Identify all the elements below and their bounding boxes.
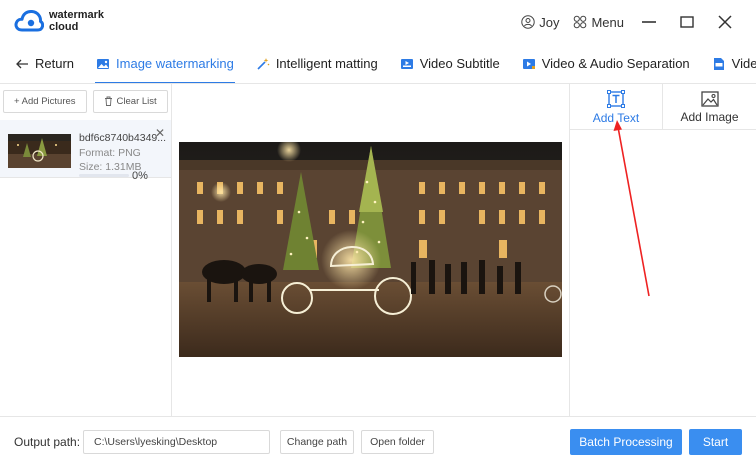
app-window: watermark cloud Joy Menu Return Image wa… xyxy=(0,0,756,466)
add-image-label: Add Image xyxy=(680,109,739,124)
tab-video-subtitle[interactable]: Video Subtitle xyxy=(389,44,511,83)
title-bar-controls: Joy Menu xyxy=(521,10,738,34)
close-window-button[interactable] xyxy=(712,10,738,34)
watermark-options-panel: Add Text Add Image xyxy=(569,84,756,416)
file-name: bdf6c8740b4349... xyxy=(79,132,166,144)
video-audio-icon xyxy=(522,58,535,69)
arrow-left-icon xyxy=(16,59,28,68)
add-text-label: Add Text xyxy=(592,110,640,125)
tab-video-audio-separation[interactable]: Video & Audio Separation xyxy=(511,44,701,83)
clear-list-button[interactable]: Clear List xyxy=(92,89,168,113)
image-preview[interactable] xyxy=(179,142,562,357)
open-folder-button[interactable]: Open folder xyxy=(361,430,434,454)
close-icon xyxy=(718,15,732,29)
annotation-arrow-icon xyxy=(613,120,650,297)
tab-label: Intelligent matting xyxy=(275,56,378,71)
add-image-button[interactable]: Add Image xyxy=(663,84,756,130)
preview-area xyxy=(173,84,569,416)
brand-line-2: cloud xyxy=(49,21,79,33)
return-button[interactable]: Return xyxy=(0,44,85,83)
tab-label: Video Subtitle xyxy=(419,56,500,71)
file-thumbnail xyxy=(8,134,71,168)
output-path-field[interactable]: C:\Users\lyesking\Desktop xyxy=(83,430,270,454)
file-list-toolbar: + Add Pictures Clear List xyxy=(0,84,171,118)
file-list-panel: + Add Pictures Clear List bdf6c8740b4349… xyxy=(0,84,172,416)
add-pictures-button[interactable]: + Add Pictures xyxy=(3,89,87,113)
image-icon xyxy=(97,58,110,69)
batch-processing-button[interactable]: Batch Processing xyxy=(570,429,682,455)
app-logo: watermark cloud xyxy=(14,8,104,34)
tab-label: Image watermarking xyxy=(116,56,234,71)
user-name: Joy xyxy=(539,14,560,30)
tab-label: Video & Audio Separation xyxy=(541,56,690,71)
watermark-type-tabs: Add Text Add Image xyxy=(570,84,756,130)
add-text-button[interactable]: Add Text xyxy=(570,84,663,130)
minimize-button[interactable] xyxy=(636,10,662,34)
output-path-label: Output path: xyxy=(14,435,81,449)
maximize-icon xyxy=(680,16,694,28)
trash-icon xyxy=(104,96,112,106)
menu-button[interactable]: Menu xyxy=(573,15,624,30)
image-icon xyxy=(700,90,719,107)
magic-wand-icon xyxy=(257,57,270,70)
video-format-icon xyxy=(713,57,724,70)
start-button[interactable]: Start xyxy=(689,429,742,455)
change-path-button[interactable]: Change path xyxy=(280,430,354,454)
cloud-logo-icon xyxy=(14,9,44,32)
file-format: Format: PNG xyxy=(79,147,141,159)
preview-photo xyxy=(179,142,562,357)
tab-image-watermarking[interactable]: Image watermarking xyxy=(85,44,245,83)
tool-tabs: Return Image watermarking Intelligent ma… xyxy=(0,44,756,84)
brand-name: watermark cloud xyxy=(49,9,104,33)
title-bar: watermark cloud Joy Menu xyxy=(0,0,756,44)
tab-label: Video Form xyxy=(731,56,756,71)
thumbnail-image xyxy=(8,134,71,168)
brand-line-1: watermark xyxy=(49,9,105,21)
menu-label: Menu xyxy=(591,14,624,30)
user-account[interactable]: Joy xyxy=(521,15,559,30)
minimize-icon xyxy=(642,21,656,23)
maximize-button[interactable] xyxy=(674,10,700,34)
grid-menu-icon xyxy=(574,15,587,29)
video-subtitle-icon xyxy=(400,58,413,69)
tab-intelligent-matting[interactable]: Intelligent matting xyxy=(245,44,389,83)
remove-file-icon[interactable]: ✕ xyxy=(155,126,165,140)
clear-list-label: Clear List xyxy=(116,95,157,107)
tab-video-format[interactable]: Video Form xyxy=(701,44,756,83)
file-progress-text: 0% xyxy=(132,170,148,182)
user-icon xyxy=(521,15,535,29)
bottom-bar: Output path: C:\Users\lyesking\Desktop C… xyxy=(0,416,756,466)
text-box-icon xyxy=(607,89,625,108)
return-label: Return xyxy=(35,56,75,71)
file-progress-bar xyxy=(79,174,129,177)
